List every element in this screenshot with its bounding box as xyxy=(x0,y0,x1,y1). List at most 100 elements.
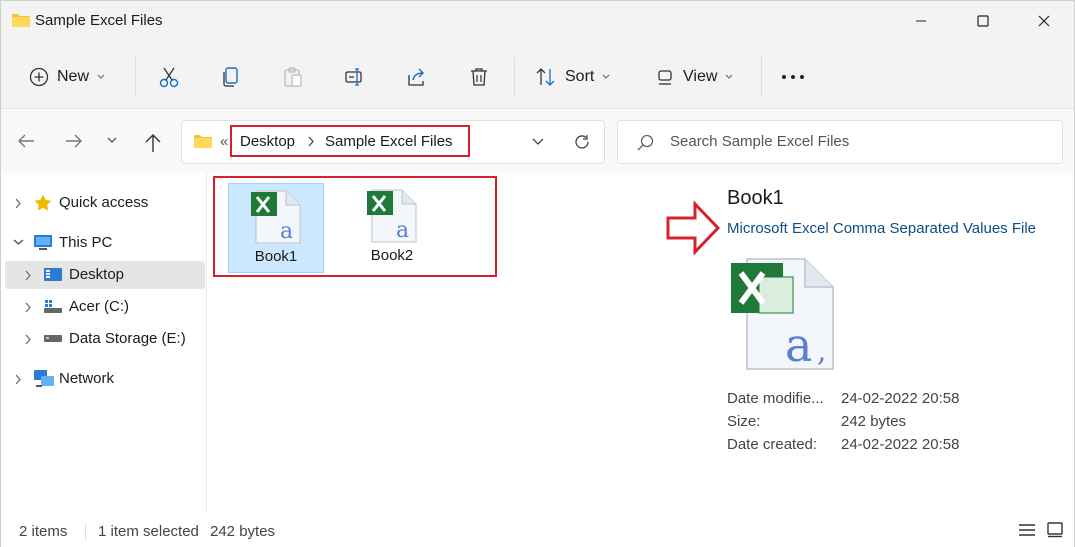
rename-button[interactable] xyxy=(344,61,366,93)
sidebar-item-label: Acer (C:) xyxy=(69,298,129,315)
recent-locations-button[interactable] xyxy=(107,137,117,144)
folder-icon xyxy=(193,133,213,150)
arrow-up-icon xyxy=(144,133,162,153)
status-selection: 1 item selected xyxy=(98,523,199,540)
status-bar: 2 items 1 item selected 242 bytes xyxy=(1,513,1074,547)
chevron-right-icon[interactable] xyxy=(15,374,22,385)
refresh-icon[interactable] xyxy=(573,133,591,151)
arrow-left-icon xyxy=(17,133,35,149)
share-button[interactable] xyxy=(406,61,428,93)
close-button[interactable] xyxy=(1027,7,1061,35)
ellipsis-icon xyxy=(781,74,805,80)
red-arrow-annotation xyxy=(665,201,721,255)
search-icon xyxy=(636,134,654,152)
svg-text:a: a xyxy=(396,218,409,243)
arrow-right-icon xyxy=(65,133,83,149)
clipboard-icon xyxy=(282,66,304,88)
search-input[interactable]: Search Sample Excel Files xyxy=(670,133,849,150)
large-icons-view-button[interactable] xyxy=(1047,522,1063,538)
details-key-date-created: Date created: xyxy=(727,436,818,453)
details-key-date-modified: Date modifie... xyxy=(727,390,824,407)
sidebar-item-label: This PC xyxy=(59,234,113,251)
file-item-book2[interactable]: a Book2 xyxy=(344,183,440,273)
scissors-icon xyxy=(158,66,180,88)
details-value-date-created: 24-02-2022 20:58 xyxy=(841,436,960,453)
chevron-down-icon xyxy=(97,74,105,80)
sort-button-label: Sort xyxy=(565,68,595,85)
plus-circle-icon xyxy=(29,67,49,87)
sort-button[interactable]: Sort xyxy=(535,61,610,93)
paste-button[interactable] xyxy=(282,61,304,93)
more-options-button[interactable] xyxy=(781,61,805,93)
svg-text:a: a xyxy=(280,219,293,244)
toolbar-divider xyxy=(514,57,515,97)
sidebar-item-this-pc[interactable]: This PC xyxy=(5,229,205,257)
cut-button[interactable] xyxy=(158,61,180,93)
svg-text:a: a xyxy=(785,318,812,371)
sidebar-item-label: Quick access xyxy=(59,194,149,211)
details-view-button[interactable] xyxy=(1019,523,1035,537)
delete-button[interactable] xyxy=(468,61,490,93)
monitor-icon xyxy=(33,234,53,252)
chevron-down-icon xyxy=(725,74,733,80)
toolbar-divider xyxy=(761,57,762,97)
chevron-right-icon[interactable] xyxy=(15,198,22,209)
details-key-size: Size: xyxy=(727,413,761,430)
sidebar-item-acer-c[interactable]: Acer (C:) xyxy=(5,293,205,321)
window-title: Sample Excel Files xyxy=(35,12,163,29)
svg-text:,: , xyxy=(817,334,827,369)
address-dropdown-button[interactable] xyxy=(532,138,544,146)
sidebar-item-quick-access[interactable]: Quick access xyxy=(5,189,205,217)
sidebar-item-label: Desktop xyxy=(69,266,125,283)
file-item-book1[interactable]: a Book1 xyxy=(228,183,324,273)
breadcrumb-overflow[interactable]: « xyxy=(220,133,228,150)
file-name: Book2 xyxy=(370,247,414,264)
view-button[interactable]: View xyxy=(655,61,733,93)
desktop-icon xyxy=(43,267,63,283)
drive-icon xyxy=(43,334,63,344)
breadcrumb-sample-excel-files[interactable]: Sample Excel Files xyxy=(325,133,453,150)
chevron-right-icon[interactable] xyxy=(25,270,32,281)
forward-button[interactable] xyxy=(65,133,83,149)
sidebar-item-network[interactable]: Network xyxy=(5,365,205,393)
trash-icon xyxy=(468,66,490,88)
excel-csv-file-icon: a xyxy=(366,189,418,243)
copy-button[interactable] xyxy=(220,61,242,93)
up-button[interactable] xyxy=(144,133,162,153)
toolbar-divider xyxy=(135,57,136,97)
new-button[interactable]: New xyxy=(29,61,105,93)
sidebar-item-data-storage-e[interactable]: Data Storage (E:) xyxy=(5,325,205,353)
status-item-count: 2 items xyxy=(19,523,68,540)
chevron-right-icon[interactable] xyxy=(25,334,32,345)
back-button[interactable] xyxy=(17,133,35,149)
details-file-name: Book1 xyxy=(727,187,784,209)
rename-icon xyxy=(344,66,366,88)
view-button-label: View xyxy=(683,68,718,85)
chevron-down-icon xyxy=(107,137,117,144)
address-bar[interactable]: « Desktop Sample Excel Files xyxy=(181,120,605,164)
status-divider xyxy=(85,523,86,541)
title-bar: Sample Excel Files xyxy=(1,1,1074,43)
excel-csv-preview-icon: a, xyxy=(729,257,835,371)
chevron-right-icon xyxy=(308,136,315,147)
status-selection-size: 242 bytes xyxy=(210,523,276,540)
new-button-label: New xyxy=(57,68,90,85)
file-explorer-window: Sample Excel Files New Sort View « Deskt… xyxy=(0,0,1075,547)
sidebar-item-label: Data Storage (E:) xyxy=(69,330,186,347)
chevron-right-icon[interactable] xyxy=(25,302,32,313)
navigation-bar: « Desktop Sample Excel Files Search Samp… xyxy=(1,109,1074,173)
details-value-date-modified: 24-02-2022 20:58 xyxy=(841,390,960,407)
chevron-down-icon xyxy=(602,74,610,80)
file-list: a Book1 a Book2 xyxy=(208,173,688,513)
sidebar-item-desktop[interactable]: Desktop xyxy=(5,261,205,289)
copy-icon xyxy=(220,66,242,88)
star-icon xyxy=(33,193,53,213)
network-icon xyxy=(33,369,55,389)
breadcrumb-desktop[interactable]: Desktop xyxy=(240,133,295,150)
details-file-type: Microsoft Excel Comma Separated Values F… xyxy=(727,220,1037,237)
maximize-button[interactable] xyxy=(966,7,1000,35)
share-icon xyxy=(406,66,428,88)
minimize-button[interactable] xyxy=(904,7,938,35)
chevron-down-icon[interactable] xyxy=(13,239,24,246)
search-box[interactable]: Search Sample Excel Files xyxy=(617,120,1063,164)
